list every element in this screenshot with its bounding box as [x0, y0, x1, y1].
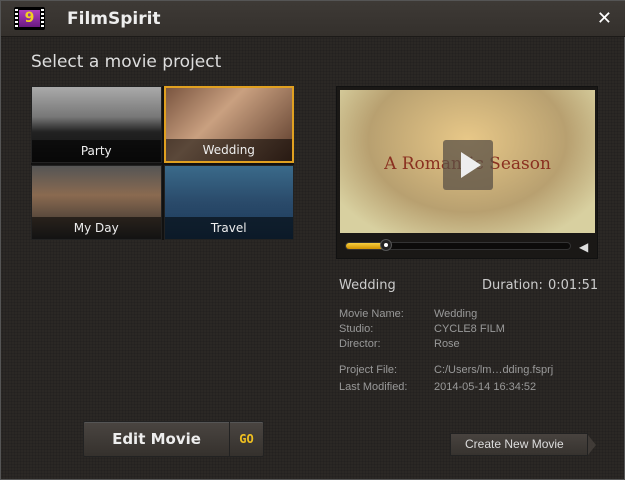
- page-heading: Select a movie project: [31, 52, 222, 72]
- duration-value: 0:01:51: [548, 278, 599, 293]
- field-label: Project File:: [339, 364, 398, 376]
- project-label: Wedding: [165, 139, 292, 161]
- project-label: Party: [32, 140, 161, 162]
- project-thumb-my-day[interactable]: My Day: [31, 165, 162, 240]
- field-label: Movie Name:: [339, 308, 404, 320]
- video-preview[interactable]: A Romantic Season: [340, 90, 595, 233]
- create-new-movie-button[interactable]: Create New Movie: [450, 433, 596, 456]
- title-bar: 9 FilmSpirit ✕: [1, 1, 625, 37]
- field-value: Wedding: [434, 308, 478, 320]
- field-label: Studio:: [339, 323, 374, 335]
- project-grid: Party Wedding My Day Travel: [31, 86, 294, 240]
- field-value: CYCLE8 FILM: [434, 323, 505, 335]
- video-player: A Romantic Season ◀: [336, 86, 598, 259]
- field-value: Rose: [434, 338, 460, 350]
- edit-movie-button[interactable]: Edit Movie GO: [83, 421, 264, 457]
- go-label: GO: [239, 432, 254, 446]
- edit-movie-label: Edit Movie: [84, 422, 230, 456]
- project-label: Travel: [164, 217, 293, 239]
- filmspirit-window: 9 FilmSpirit ✕ Select a movie project Pa…: [0, 0, 625, 480]
- duration-label: Duration:: [482, 278, 543, 293]
- field-label: Last Modified:: [339, 381, 408, 393]
- selected-project-name: Wedding: [339, 278, 396, 293]
- field-value: C:/Users/lm…dding.fsprj: [434, 364, 554, 376]
- speaker-icon[interactable]: ◀: [579, 240, 588, 254]
- project-thumb-travel[interactable]: Travel: [163, 165, 294, 240]
- progress-handle[interactable]: [380, 239, 393, 251]
- close-button[interactable]: ✕: [597, 8, 612, 29]
- play-icon[interactable]: [443, 140, 493, 190]
- field-label: Director:: [339, 338, 381, 350]
- progress-slider[interactable]: [345, 239, 571, 251]
- project-label: My Day: [32, 217, 161, 239]
- film-logo-icon: 9: [14, 7, 45, 30]
- app-title: FilmSpirit: [67, 9, 161, 29]
- project-thumb-party[interactable]: Party: [31, 86, 162, 163]
- project-thumb-wedding[interactable]: Wedding: [163, 86, 294, 163]
- field-value: 2014-05-14 16:34:52: [434, 381, 537, 393]
